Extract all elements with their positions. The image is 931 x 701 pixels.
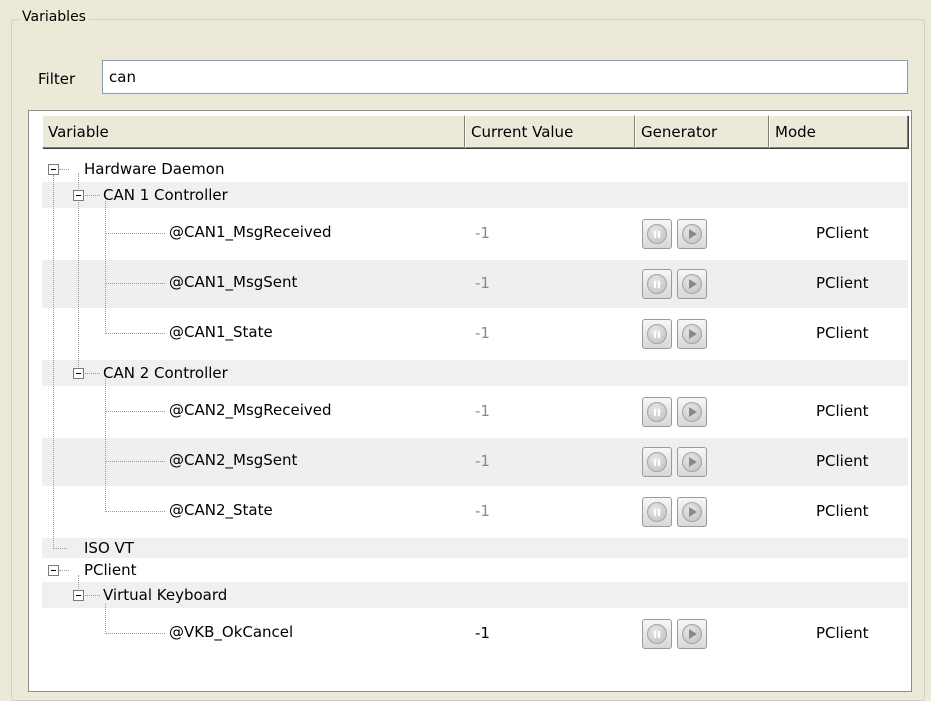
tree-line [53, 548, 67, 549]
play-icon [682, 452, 702, 472]
variable-name: @CAN2_MsgSent [169, 451, 298, 469]
current-value: -1 [475, 274, 490, 292]
mode-value: PClient [816, 274, 869, 292]
tree-line [105, 603, 106, 634]
play-icon [682, 224, 702, 244]
pause-button[interactable] [642, 319, 672, 349]
table-row[interactable]: @CAN1_MsgReceived -1 PClient [42, 210, 908, 258]
tree-node-label: ISO VT [84, 539, 134, 557]
pause-icon [647, 624, 667, 644]
filter-label: Filter [38, 70, 76, 88]
tree-line [105, 333, 165, 334]
pause-button[interactable] [642, 219, 672, 249]
table-row[interactable]: @CAN2_MsgReceived -1 PClient [42, 388, 908, 436]
play-icon [682, 402, 702, 422]
collapse-icon[interactable] [48, 164, 59, 175]
play-icon [682, 274, 702, 294]
current-value: -1 [475, 402, 490, 420]
tree-node-iso-vt[interactable]: ISO VT [42, 538, 908, 558]
tree-node-label: CAN 2 Controller [103, 364, 228, 382]
mode-value: PClient [816, 624, 869, 642]
collapse-icon[interactable] [73, 368, 84, 379]
variables-grid: Variable Current Value Generator Mode Ha… [28, 110, 912, 692]
column-header-current-value[interactable]: Current Value [465, 115, 635, 148]
tree-line [105, 461, 165, 462]
play-button[interactable] [677, 447, 707, 477]
tree-line [105, 233, 165, 234]
tree-line [105, 379, 106, 512]
current-value: -1 [475, 224, 490, 242]
tree-line [105, 411, 165, 412]
play-icon [682, 502, 702, 522]
tree-line [78, 173, 79, 373]
tree-node-label: PClient [84, 561, 137, 579]
pause-icon [647, 274, 667, 294]
table-row[interactable]: @CAN1_MsgSent -1 PClient [42, 260, 908, 308]
tree-node-virtual-keyboard[interactable]: Virtual Keyboard [42, 582, 908, 608]
variable-name: @CAN1_State [169, 323, 273, 341]
tree-line [105, 201, 106, 334]
collapse-icon[interactable] [73, 190, 84, 201]
tree-line [105, 511, 165, 512]
mode-value: PClient [816, 224, 869, 242]
play-button[interactable] [677, 219, 707, 249]
pause-icon [647, 224, 667, 244]
play-icon [682, 624, 702, 644]
tree-node-hardware-daemon[interactable]: Hardware Daemon [42, 159, 908, 179]
table-row[interactable]: @CAN2_MsgSent -1 PClient [42, 438, 908, 486]
pause-icon [647, 324, 667, 344]
variable-name: @CAN1_MsgSent [169, 273, 298, 291]
current-value: -1 [475, 624, 490, 642]
variable-name: @CAN2_MsgReceived [169, 401, 332, 419]
mode-value: PClient [816, 402, 869, 420]
table-row[interactable]: @CAN1_State -1 PClient [42, 310, 908, 358]
tree-line [59, 169, 69, 170]
tree-line [105, 633, 165, 634]
mode-value: PClient [816, 502, 869, 520]
tree-node-can2-controller[interactable]: CAN 2 Controller [42, 360, 908, 386]
pause-icon [647, 402, 667, 422]
tree-node-pclient[interactable]: PClient [42, 560, 908, 580]
pause-button[interactable] [642, 497, 672, 527]
mode-value: PClient [816, 324, 869, 342]
table-row[interactable]: @CAN2_State -1 PClient [42, 488, 908, 536]
tree-node-label: Hardware Daemon [84, 160, 225, 178]
play-button[interactable] [677, 269, 707, 299]
tree-line [59, 570, 69, 571]
variable-name: @CAN1_MsgReceived [169, 223, 332, 241]
grid-header: Variable Current Value Generator Mode [42, 115, 908, 150]
table-row[interactable]: @VKB_OkCancel -1 PClient [42, 610, 908, 658]
collapse-icon[interactable] [73, 590, 84, 601]
play-button[interactable] [677, 619, 707, 649]
pause-button[interactable] [642, 619, 672, 649]
current-value: -1 [475, 452, 490, 470]
current-value: -1 [475, 324, 490, 342]
pause-button[interactable] [642, 397, 672, 427]
column-header-variable[interactable]: Variable [42, 115, 465, 148]
tree-node-label: CAN 1 Controller [103, 186, 228, 204]
play-button[interactable] [677, 397, 707, 427]
variable-name: @VKB_OkCancel [169, 623, 294, 641]
play-icon [682, 324, 702, 344]
pause-button[interactable] [642, 269, 672, 299]
tree-line [105, 283, 165, 284]
variables-caption: Variables [19, 9, 89, 25]
variable-name: @CAN2_State [169, 501, 273, 519]
play-button[interactable] [677, 497, 707, 527]
tree-node-can1-controller[interactable]: CAN 1 Controller [42, 182, 908, 208]
column-header-mode[interactable]: Mode [769, 115, 908, 148]
tree-line [53, 175, 54, 549]
current-value: -1 [475, 502, 490, 520]
filter-input[interactable] [102, 60, 908, 94]
pause-button[interactable] [642, 447, 672, 477]
tree-node-label: Virtual Keyboard [103, 586, 228, 604]
mode-value: PClient [816, 452, 869, 470]
pause-icon [647, 502, 667, 522]
collapse-icon[interactable] [48, 565, 59, 576]
column-header-generator[interactable]: Generator [635, 115, 769, 148]
pause-icon [647, 452, 667, 472]
play-button[interactable] [677, 319, 707, 349]
